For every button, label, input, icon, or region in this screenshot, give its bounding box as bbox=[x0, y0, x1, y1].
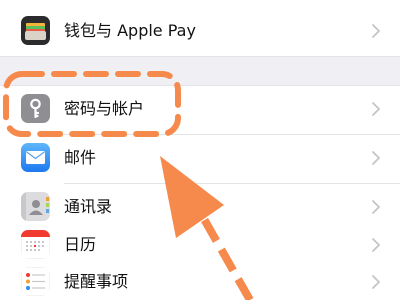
settings-row-mail[interactable]: 邮件 bbox=[0, 135, 400, 183]
contacts-icon bbox=[21, 192, 50, 221]
settings-row-passwords-accounts[interactable]: 密码与帐户 bbox=[0, 86, 400, 134]
section-gap bbox=[0, 57, 400, 85]
calendar-icon bbox=[21, 230, 50, 259]
settings-row-wallet[interactable]: 钱包与 Apple Pay bbox=[0, 8, 400, 56]
settings-row-reminders[interactable]: 提醒事项 bbox=[0, 259, 400, 300]
chevron-right-icon bbox=[372, 102, 380, 116]
mail-icon bbox=[21, 143, 50, 172]
wallet-icon bbox=[21, 16, 50, 45]
chevron-right-icon bbox=[372, 200, 380, 214]
chevron-right-icon bbox=[372, 275, 380, 289]
settings-row-label: 提醒事项 bbox=[64, 272, 129, 291]
reminders-icon bbox=[21, 267, 50, 296]
settings-row-label: 邮件 bbox=[64, 148, 97, 167]
chevron-right-icon bbox=[372, 24, 380, 38]
settings-row-label: 钱包与 Apple Pay bbox=[64, 21, 196, 40]
chevron-right-icon bbox=[372, 238, 380, 252]
settings-screen: 钱包与 Apple Pay 密码与帐户 邮件 通讯录 日历 提醒事项 bbox=[0, 0, 400, 300]
settings-row-label: 密码与帐户 bbox=[64, 99, 145, 118]
chevron-right-icon bbox=[372, 151, 380, 165]
key-icon bbox=[21, 94, 50, 123]
